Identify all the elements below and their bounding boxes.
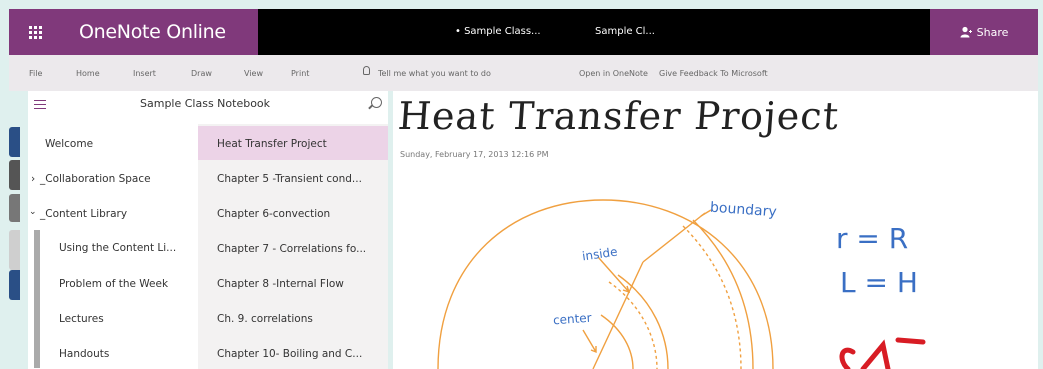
search-icon[interactable] <box>371 97 382 108</box>
chevron-right-icon[interactable]: › <box>31 173 35 185</box>
waffle-icon <box>29 25 42 39</box>
breadcrumb-section[interactable]: Sample Cl... <box>595 9 655 55</box>
hamburger-menu-icon[interactable] <box>34 100 46 112</box>
section-item[interactable]: Lectures <box>59 313 104 325</box>
boundary-leader-ink <box>642 212 706 263</box>
give-feedback-link[interactable]: Give Feedback To Microsoft <box>659 69 768 78</box>
inside-dash-ink <box>608 281 658 369</box>
breadcrumb-notebook[interactable]: • Sample Class... <box>455 9 541 55</box>
page-item[interactable]: Ch. 9. correlations <box>217 313 313 325</box>
section-tab-color <box>9 160 20 190</box>
inside-arrow-ink <box>597 256 631 294</box>
section-item[interactable]: Welcome <box>45 138 93 150</box>
menu-draw[interactable]: Draw <box>191 69 212 78</box>
person-icon <box>960 26 972 38</box>
tell-me-input[interactable]: Tell me what you want to do <box>378 69 491 78</box>
share-button[interactable]: Share <box>930 9 1038 55</box>
menu-print[interactable]: Print <box>291 69 309 78</box>
lightbulb-icon <box>363 66 370 76</box>
page-item[interactable]: Chapter 6-convection <box>217 208 330 220</box>
share-label: Share <box>976 25 1009 39</box>
inside-leader-ink <box>592 261 644 369</box>
sections-pane <box>28 91 198 369</box>
section-tab-color <box>9 270 20 300</box>
page-item[interactable]: Heat Transfer Project <box>217 138 327 150</box>
menu-file[interactable]: File <box>29 69 42 78</box>
equation-length: L = H <box>840 266 918 299</box>
open-in-onenote-link[interactable]: Open in OneNote <box>579 69 648 78</box>
app-launcher-button[interactable] <box>9 9 62 55</box>
section-group-item[interactable]: _Collaboration Space <box>40 173 151 185</box>
section-item[interactable]: Handouts <box>59 348 109 360</box>
section-tab-color <box>9 194 20 222</box>
page-item[interactable]: Chapter 5 -Transient cond... <box>217 173 362 185</box>
section-group-indent-bar <box>34 230 40 368</box>
boundary-dash-ink <box>682 225 742 369</box>
page-item[interactable]: Chapter 8 -Internal Flow <box>217 278 344 290</box>
title-bar: OneNote Online • Sample Class... Sample … <box>9 9 1038 55</box>
section-tab-color <box>9 127 20 157</box>
app-name[interactable]: OneNote Online <box>62 9 258 55</box>
page-item[interactable]: Chapter 10- Boiling and C... <box>217 348 362 360</box>
notebook-title[interactable]: Sample Class Notebook <box>140 97 270 110</box>
ink-drawing <box>437 199 926 369</box>
center-arrow-ink <box>582 329 597 354</box>
ribbon-menu: File Home Insert Draw View Print Tell me… <box>9 55 1038 91</box>
menu-view[interactable]: View <box>244 69 263 78</box>
center-label: center <box>552 310 593 328</box>
red-scribble-ink <box>839 337 926 369</box>
section-tab-color <box>9 230 20 270</box>
section-item[interactable]: Using the Content Li... <box>59 242 176 254</box>
page-item[interactable]: Chapter 7 - Correlations fo... <box>217 243 366 255</box>
section-group-item[interactable]: _Content Library <box>40 208 127 220</box>
equation-radius: r = R <box>836 222 909 255</box>
section-item[interactable]: Problem of the Week <box>59 278 168 290</box>
menu-home[interactable]: Home <box>76 69 100 78</box>
chevron-down-icon[interactable]: ⌄ <box>29 207 37 217</box>
menu-insert[interactable]: Insert <box>133 69 156 78</box>
boundary-inner-ink <box>692 219 754 369</box>
page-title[interactable]: Heat Transfer Project <box>396 94 840 138</box>
